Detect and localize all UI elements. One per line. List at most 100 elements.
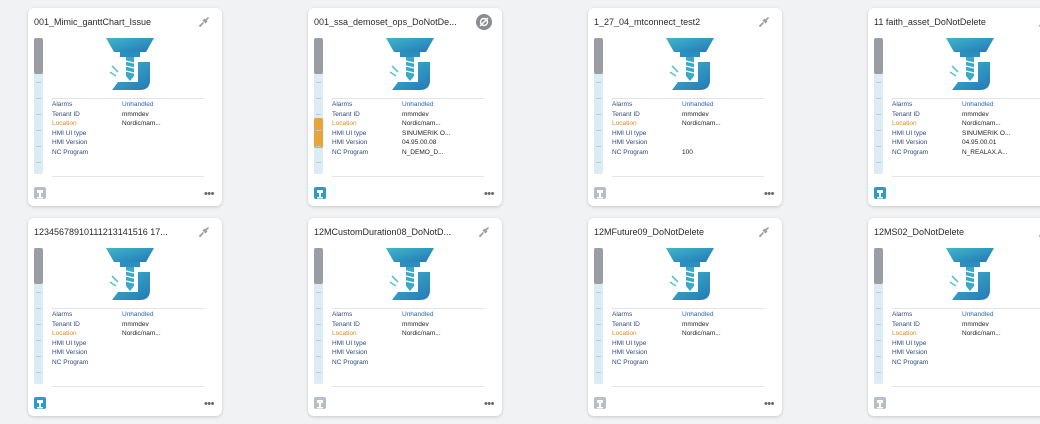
hmi-version-value: 04.95.00.01 [962, 139, 997, 147]
tenant-label: Tenant ID [892, 110, 920, 118]
asset-card[interactable]: 12345678910111213141516 17... Alarms Unh… [28, 218, 222, 416]
nc-program-value [402, 358, 490, 368]
asset-title[interactable]: 11 faith_asset_DoNotDelete [874, 17, 1022, 27]
more-options-icon[interactable]: ••• [204, 399, 215, 410]
alarms-label: Alarms [332, 311, 353, 318]
tenant-label: Tenant ID [52, 320, 80, 328]
plug-disconnected-icon[interactable] [1036, 14, 1040, 30]
asset-title[interactable]: 12345678910111213141516 17... [34, 227, 182, 237]
more-options-icon[interactable]: ••• [484, 189, 495, 200]
tenant-label: Tenant ID [332, 320, 360, 328]
asset-card[interactable]: 1_27_04_mtconnect_test2 Alarms Unhandled… [588, 8, 782, 206]
asset-card[interactable]: 11 faith_asset_DoNotDelete Alarms Unhand… [868, 8, 1040, 206]
more-options-icon[interactable]: ••• [764, 399, 775, 410]
hmi-version-label: HMI Version [612, 139, 648, 147]
alarms-label: Alarms [332, 101, 353, 108]
status-bar [34, 248, 43, 384]
machine-tool-icon [946, 248, 994, 300]
location-label: Location [332, 120, 357, 128]
tenant-label: Tenant ID [612, 110, 640, 118]
asset-card[interactable]: 001_ssa_demoset_ops_DoNotDe... Alarms Unh… [308, 8, 502, 206]
location-label: Location [52, 330, 77, 338]
asset-title[interactable]: 12MFuture09_DoNotDelete [594, 227, 742, 237]
nc-program-value [122, 148, 210, 158]
alarm-status[interactable]: Unhandled [122, 310, 210, 320]
alarm-status[interactable]: Unhandled [682, 100, 770, 110]
more-options-icon[interactable]: ••• [764, 189, 775, 200]
machine-tool-icon [386, 38, 434, 90]
asset-title[interactable]: 12MCustomDuration08_DoNotD... [314, 227, 462, 237]
location-value: Nordic/nam... [122, 330, 161, 338]
machine-tool-icon [946, 38, 994, 90]
hmi-type-label: HMI UI type [332, 339, 367, 347]
hmi-type-label: HMI UI type [892, 129, 927, 137]
nc-program-label: NC Program [332, 358, 369, 366]
asset-properties: Alarms Unhandled Tenant ID mmmdev Location… [52, 310, 210, 368]
hmi-version-value: 04.95.00.08 [402, 139, 437, 147]
asset-title[interactable]: 001_Mimic_ganttChart_Issue [34, 17, 182, 27]
alarms-label: Alarms [892, 101, 913, 108]
alarm-status[interactable]: Unhandled [962, 100, 1040, 110]
alarms-label: Alarms [892, 311, 913, 318]
hmi-type-value: SINUMERIK O... [402, 129, 451, 137]
nc-program-label: NC Program [52, 148, 89, 156]
asset-card[interactable]: 001_Mimic_ganttChart_Issue Alarms Unhand… [28, 8, 222, 206]
asset-properties: Alarms Unhandled Tenant ID mmmdev Location… [332, 310, 490, 368]
plug-disconnected-icon[interactable] [1036, 224, 1040, 240]
tenant-value: mmmdev [122, 110, 149, 118]
plug-disconnected-icon[interactable] [756, 224, 772, 240]
tenant-value: mmmdev [962, 320, 989, 328]
asset-title[interactable]: 001_ssa_demoset_ops_DoNotDe... [314, 17, 462, 27]
asset-type-icon[interactable] [874, 397, 886, 409]
location-label: Location [892, 120, 917, 128]
asset-type-icon[interactable] [34, 187, 46, 199]
plug-disconnected-icon[interactable] [756, 14, 772, 30]
nc-program-value [682, 358, 770, 368]
asset-type-icon[interactable] [34, 397, 46, 409]
hmi-version-value [682, 348, 770, 358]
asset-properties: Alarms Unhandled Tenant ID mmmdev Location… [332, 100, 490, 158]
hmi-version-value [962, 348, 1040, 358]
asset-type-icon[interactable] [594, 187, 606, 199]
alarm-status[interactable]: Unhandled [402, 310, 490, 320]
asset-card[interactable]: 12MFuture09_DoNotDelete Alarms Unhandled… [588, 218, 782, 416]
machine-tool-icon [106, 38, 154, 90]
alarm-status[interactable]: Unhandled [962, 310, 1040, 320]
status-bar [874, 248, 883, 384]
more-options-icon[interactable]: ••• [204, 189, 215, 200]
nc-program-value [962, 358, 1040, 368]
alarm-status[interactable]: Unhandled [402, 100, 490, 110]
hmi-type-value [682, 129, 770, 139]
asset-type-icon[interactable] [594, 397, 606, 409]
asset-type-icon[interactable] [874, 187, 886, 199]
hmi-type-value [122, 339, 210, 349]
link-off-icon[interactable] [476, 14, 492, 30]
asset-card[interactable]: 12MCustomDuration08_DoNotD... Alarms Unh… [308, 218, 502, 416]
machine-tool-icon [386, 248, 434, 300]
status-bar [314, 248, 323, 384]
tenant-label: Tenant ID [612, 320, 640, 328]
hmi-version-value [122, 138, 210, 148]
asset-type-icon[interactable] [314, 397, 326, 409]
plug-disconnected-icon[interactable] [196, 224, 212, 240]
nc-program-label: NC Program [612, 358, 649, 366]
tenant-label: Tenant ID [892, 320, 920, 328]
asset-type-icon[interactable] [314, 187, 326, 199]
hmi-type-value: SINUMERIK O... [962, 129, 1011, 137]
plug-disconnected-icon[interactable] [476, 224, 492, 240]
nc-program-value [122, 358, 210, 368]
asset-title[interactable]: 1_27_04_mtconnect_test2 [594, 17, 742, 27]
hmi-version-value [682, 138, 770, 148]
alarm-status[interactable]: Unhandled [682, 310, 770, 320]
more-options-icon[interactable]: ••• [484, 399, 495, 410]
alarm-status[interactable]: Unhandled [122, 100, 210, 110]
hmi-version-label: HMI Version [52, 139, 88, 147]
location-value: Nordic/nam... [962, 330, 1001, 338]
asset-title[interactable]: 12MS02_DoNotDelete [874, 227, 1022, 237]
asset-properties: Alarms Unhandled Tenant ID mmmdev Location… [892, 310, 1040, 368]
location-label: Location [332, 330, 357, 338]
asset-card[interactable]: 12MS02_DoNotDelete Alarms Unhandled Tena… [868, 218, 1040, 416]
tenant-value: mmmdev [962, 110, 989, 118]
plug-disconnected-icon[interactable] [196, 14, 212, 30]
hmi-type-label: HMI UI type [52, 129, 87, 137]
